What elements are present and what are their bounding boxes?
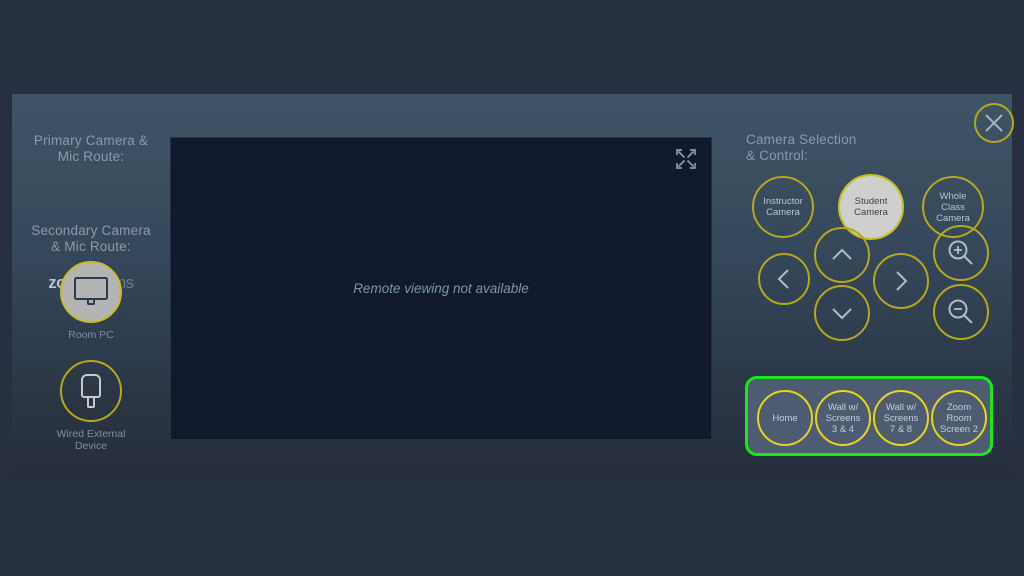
preset-button-wall-34-line1: Wall w/ [827,401,859,413]
tilt-up-button[interactable] [814,227,870,283]
route-button-wired-circle[interactable] [60,360,122,422]
camera-selection-heading-line1: Camera Selection [746,132,857,147]
camera-button-instructor[interactable]: Instructor Camera [752,176,814,238]
route-button-room-pc[interactable]: Room PC [12,261,170,341]
camera-control-panel: Primary Camera & Mic Route: zoomrooms Se… [12,94,1014,480]
camera-button-instructor-line1: Instructor [763,196,803,207]
preset-button-home[interactable]: Home [757,390,813,446]
magnifier-minus-icon [948,299,973,324]
route-column: Primary Camera & Mic Route: zoomrooms Se… [12,94,170,480]
route-button-wired-label-line2: Device [74,440,108,452]
preset-button-home-line1: Home [772,412,798,424]
preset-button-wall-78-line3: 7 & 8 [889,423,913,435]
route-button-wired-label-line1: Wired External [56,428,126,440]
close-button[interactable] [974,103,1014,143]
preset-button-zoom-room-line2: Room [946,412,972,424]
zoom-in-button[interactable] [933,225,989,281]
video-preview-area: Remote viewing not available [170,137,712,440]
camera-button-whole-class-line3: Camera [936,212,970,224]
preset-button-wall-78-line2: Screens [883,412,919,424]
chevron-down-icon [832,308,852,320]
app-screen: Primary Camera & Mic Route: zoomrooms Se… [0,0,1024,576]
camera-selection-heading: Camera Selection & Control: [746,132,857,164]
chevron-right-icon [896,271,908,291]
magnifier-plus-icon [948,240,973,265]
route-button-room-pc-circle[interactable] [60,261,122,323]
camera-button-student-line2: Camera [854,207,888,218]
usb-plug-icon [81,374,101,408]
secondary-route-heading-line2: & Mic Route: [51,239,131,254]
camera-presets-group: Home Wall w/ Screens 3 & 4 Wall w/ Scree… [745,376,993,456]
chevron-left-icon [777,269,789,289]
camera-button-student-line1: Student [854,196,888,207]
monitor-icon [74,277,108,307]
preset-button-zoom-room-line3: Screen 2 [939,423,979,435]
chevron-up-icon [832,248,852,260]
secondary-route-heading-line1: Secondary Camera [31,223,151,238]
camera-button-whole-class-line2: Class [941,201,965,213]
preset-button-wall-78-line1: Wall w/ [885,401,917,413]
primary-route-heading: Primary Camera & Mic Route: [12,133,170,165]
preset-button-zoom-room-screen-2[interactable]: Zoom Room Screen 2 [931,390,987,446]
pan-right-button[interactable] [873,253,929,309]
close-x-icon [985,114,1003,132]
primary-route-heading-line1: Primary Camera & [33,133,149,148]
preset-button-wall-34-line2: Screens [825,412,861,424]
expand-fullscreen-icon[interactable] [675,148,697,170]
video-status-message: Remote viewing not available [353,281,529,296]
camera-control-column: Camera Selection & Control: Instructor C… [734,94,1014,480]
route-button-wired-label: Wired External Device [12,428,170,452]
tilt-down-button[interactable] [814,285,870,341]
pan-left-button[interactable] [758,253,810,305]
preset-button-wall-screens-3-4[interactable]: Wall w/ Screens 3 & 4 [815,390,871,446]
zoom-out-button[interactable] [933,284,989,340]
route-button-wired-external-device[interactable]: Wired External Device [12,360,170,452]
primary-route-heading-line2: Mic Route: [57,149,125,164]
route-button-room-pc-label: Room PC [68,329,114,341]
secondary-route-heading: Secondary Camera & Mic Route: [12,223,170,255]
preset-button-zoom-room-line1: Zoom [946,401,972,413]
preset-button-wall-screens-7-8[interactable]: Wall w/ Screens 7 & 8 [873,390,929,446]
preset-button-wall-34-line3: 3 & 4 [831,423,855,435]
camera-button-whole-class-line1: Whole [939,190,967,202]
camera-selection-heading-line2: & Control: [746,148,809,163]
camera-button-instructor-line2: Camera [766,207,800,218]
